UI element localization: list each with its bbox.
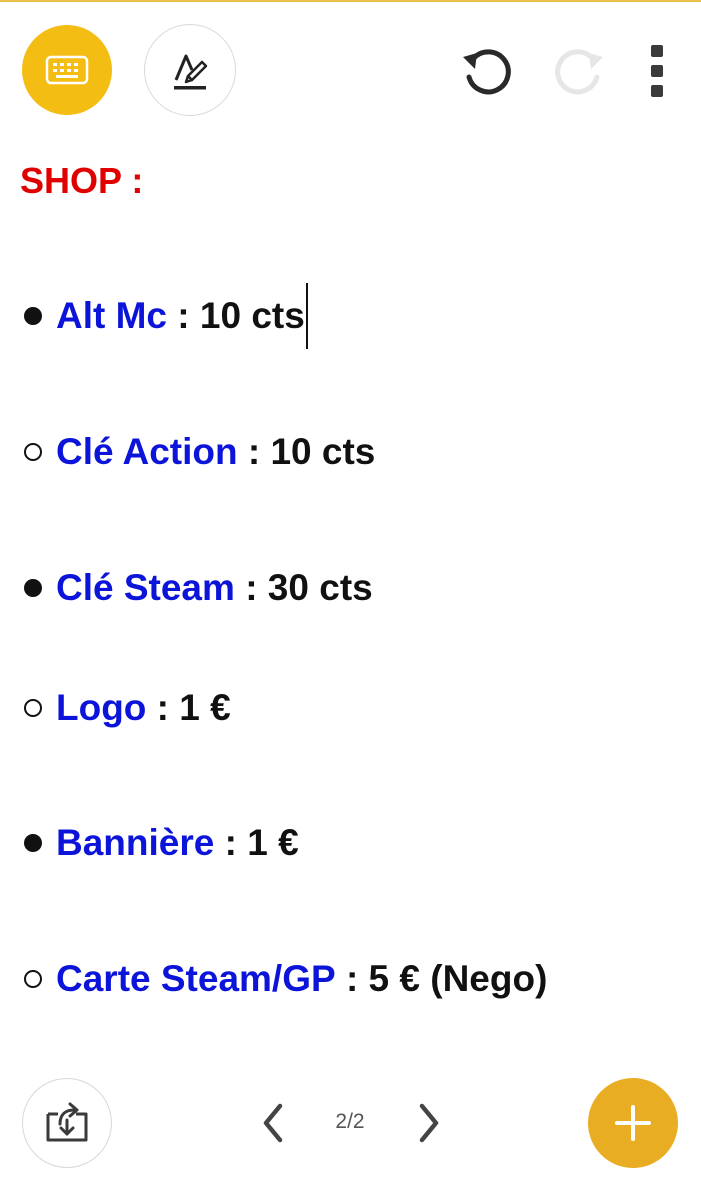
filled-bullet-icon [24, 834, 42, 852]
export-button[interactable] [22, 1078, 112, 1168]
item-name: Clé Action [56, 431, 238, 472]
list-item[interactable]: Bannière : 1 € [20, 817, 299, 869]
more-options-button[interactable] [636, 34, 678, 108]
item-price: : 5 € (Nego) [335, 958, 548, 999]
item-price: : 10 cts [237, 431, 376, 472]
note-title[interactable]: SHOP : [20, 158, 143, 204]
previous-page-button[interactable] [252, 1098, 292, 1148]
item-name: Clé Steam [56, 567, 235, 608]
keyboard-mode-button[interactable] [22, 25, 112, 115]
page-indicator: 2/2 [335, 1110, 365, 1133]
item-price: : 1 € [214, 822, 299, 863]
text-cursor [305, 283, 308, 349]
keyboard-icon [45, 55, 89, 85]
list-item[interactable]: Carte Steam/GP : 5 € (Nego) [20, 953, 547, 1005]
export-icon [46, 1102, 88, 1142]
undo-button[interactable] [450, 40, 522, 104]
item-price: : 10 cts [167, 295, 305, 336]
chevron-right-icon [419, 1103, 439, 1143]
hollow-bullet-icon [24, 699, 42, 717]
list-item[interactable]: Alt Mc : 10 cts [20, 283, 308, 349]
redo-button[interactable] [544, 40, 616, 104]
hollow-bullet-icon [24, 970, 42, 988]
item-price: : 1 € [146, 687, 231, 728]
filled-bullet-icon [24, 579, 42, 597]
handwriting-mode-button[interactable] [144, 24, 236, 116]
add-button[interactable] [588, 1078, 678, 1168]
item-name: Carte Steam/GP [56, 958, 336, 999]
hollow-bullet-icon [24, 443, 42, 461]
item-name: Alt Mc [56, 295, 167, 336]
item-name: Bannière [56, 822, 215, 863]
list-item[interactable]: Logo : 1 € [20, 682, 231, 734]
redo-icon [555, 49, 603, 95]
top-divider [0, 0, 701, 2]
pen-icon [174, 54, 208, 90]
item-name: Logo [56, 687, 147, 728]
list-item[interactable]: Clé Action : 10 cts [20, 426, 375, 478]
plus-icon [615, 1105, 651, 1141]
chevron-left-icon [263, 1103, 283, 1143]
next-page-button[interactable] [410, 1098, 450, 1148]
more-vertical-icon [651, 45, 663, 97]
undo-icon [463, 49, 511, 95]
item-price: : 30 cts [234, 567, 373, 608]
filled-bullet-icon [24, 307, 42, 325]
list-item[interactable]: Clé Steam : 30 cts [20, 562, 373, 614]
